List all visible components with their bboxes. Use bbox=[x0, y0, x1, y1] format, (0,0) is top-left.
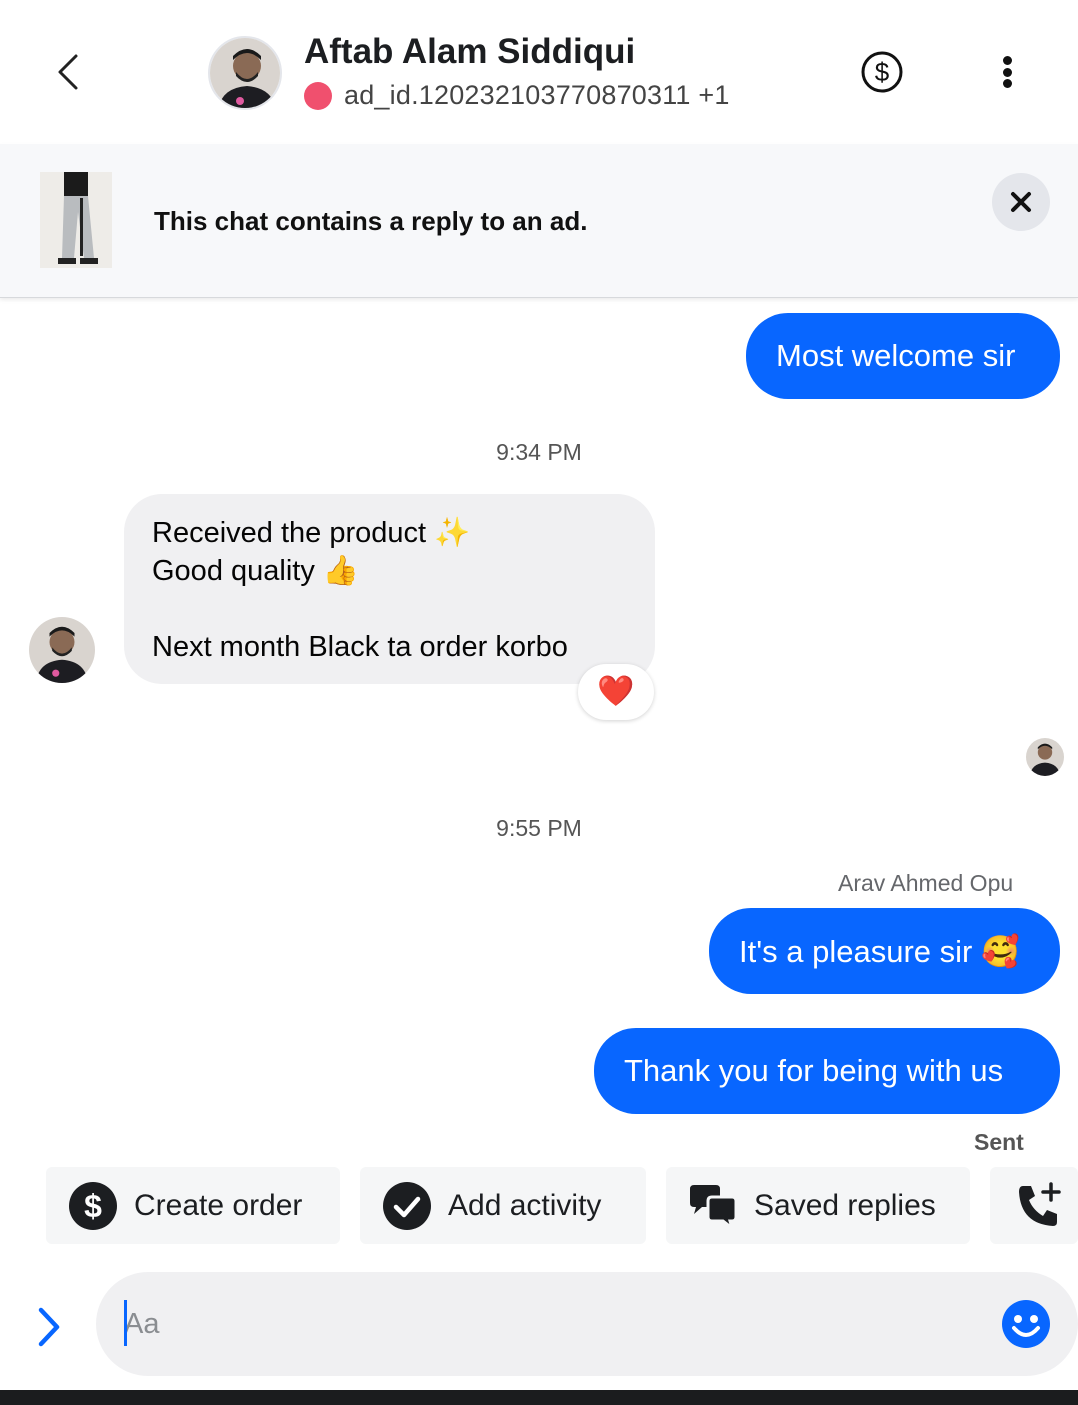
close-banner-button[interactable] bbox=[992, 173, 1050, 231]
ad-thumbnail[interactable] bbox=[40, 172, 112, 268]
text-cursor bbox=[124, 1300, 127, 1346]
contact-avatar-small[interactable] bbox=[29, 617, 95, 683]
system-nav-bar bbox=[0, 1390, 1078, 1405]
chat-bubbles-icon bbox=[688, 1181, 738, 1231]
saved-replies-button[interactable]: Saved replies bbox=[666, 1167, 970, 1244]
more-options-button[interactable] bbox=[990, 52, 1024, 92]
svg-text:$: $ bbox=[875, 57, 890, 87]
phone-add-icon bbox=[1014, 1181, 1064, 1231]
ad-banner-text: This chat contains a reply to an ad. bbox=[154, 206, 588, 236]
contact-avatar[interactable] bbox=[208, 36, 282, 110]
incoming-message[interactable]: Received the product ✨ Good quality 👍 Ne… bbox=[124, 494, 655, 684]
payment-button[interactable]: $ bbox=[860, 50, 904, 94]
dollar-circle-icon: $ bbox=[861, 51, 903, 93]
read-receipt-avatar bbox=[1026, 738, 1064, 776]
contact-name[interactable]: Aftab Alam Siddiqui bbox=[304, 32, 635, 72]
timestamp: 9:55 PM bbox=[496, 815, 582, 841]
timestamp: 9:34 PM bbox=[496, 439, 582, 465]
add-activity-label: Add activity bbox=[448, 1188, 602, 1222]
back-button[interactable] bbox=[40, 44, 96, 100]
message-status: Sent bbox=[974, 1129, 1024, 1155]
dollar-circle-icon: $ bbox=[68, 1181, 118, 1231]
expand-button[interactable] bbox=[24, 1302, 74, 1352]
message-composer bbox=[96, 1272, 1078, 1376]
create-order-button[interactable]: $ Create order bbox=[46, 1167, 340, 1244]
message-line: Received the product ✨ bbox=[152, 517, 471, 549]
create-order-label: Create order bbox=[134, 1188, 303, 1222]
outgoing-message[interactable]: Most welcome sir bbox=[746, 313, 1060, 399]
close-icon bbox=[1011, 192, 1031, 212]
contact-subtitle-row: ad_id.120232103770870311 +1 bbox=[304, 80, 730, 111]
more-vertical-icon bbox=[1002, 56, 1012, 65]
heart-reaction[interactable]: ❤️ bbox=[578, 664, 654, 720]
chevron-left-icon bbox=[58, 54, 78, 90]
message-line: Next month Black ta order korbo bbox=[152, 631, 568, 663]
message-line: Good quality 👍 bbox=[152, 555, 359, 587]
quick-actions-bar: $ Create order Add activity Saved replie… bbox=[46, 1167, 1078, 1244]
ad-id-label: ad_id.120232103770870311 +1 bbox=[344, 80, 730, 110]
outgoing-message[interactable]: Thank you for being with us bbox=[594, 1028, 1060, 1114]
saved-replies-label: Saved replies bbox=[754, 1188, 936, 1222]
add-activity-button[interactable]: Add activity bbox=[360, 1167, 646, 1244]
ad-reply-banner: This chat contains a reply to an ad. bbox=[0, 144, 1078, 298]
heart-icon: ❤️ bbox=[597, 675, 635, 708]
chevron-right-icon bbox=[38, 1307, 60, 1347]
add-call-button[interactable] bbox=[990, 1167, 1078, 1244]
status-dot bbox=[304, 81, 332, 110]
svg-text:$: $ bbox=[84, 1188, 102, 1224]
check-circle-icon bbox=[382, 1181, 432, 1231]
smiley-icon bbox=[1002, 1300, 1050, 1348]
emoji-button[interactable] bbox=[1002, 1300, 1050, 1348]
outgoing-message[interactable]: It's a pleasure sir 🥰 bbox=[709, 908, 1060, 994]
chat-header: Aftab Alam Siddiqui ad_id.12023210377087… bbox=[0, 0, 1078, 144]
sender-name: Arav Ahmed Opu bbox=[838, 870, 1014, 896]
message-input[interactable] bbox=[124, 1296, 984, 1352]
